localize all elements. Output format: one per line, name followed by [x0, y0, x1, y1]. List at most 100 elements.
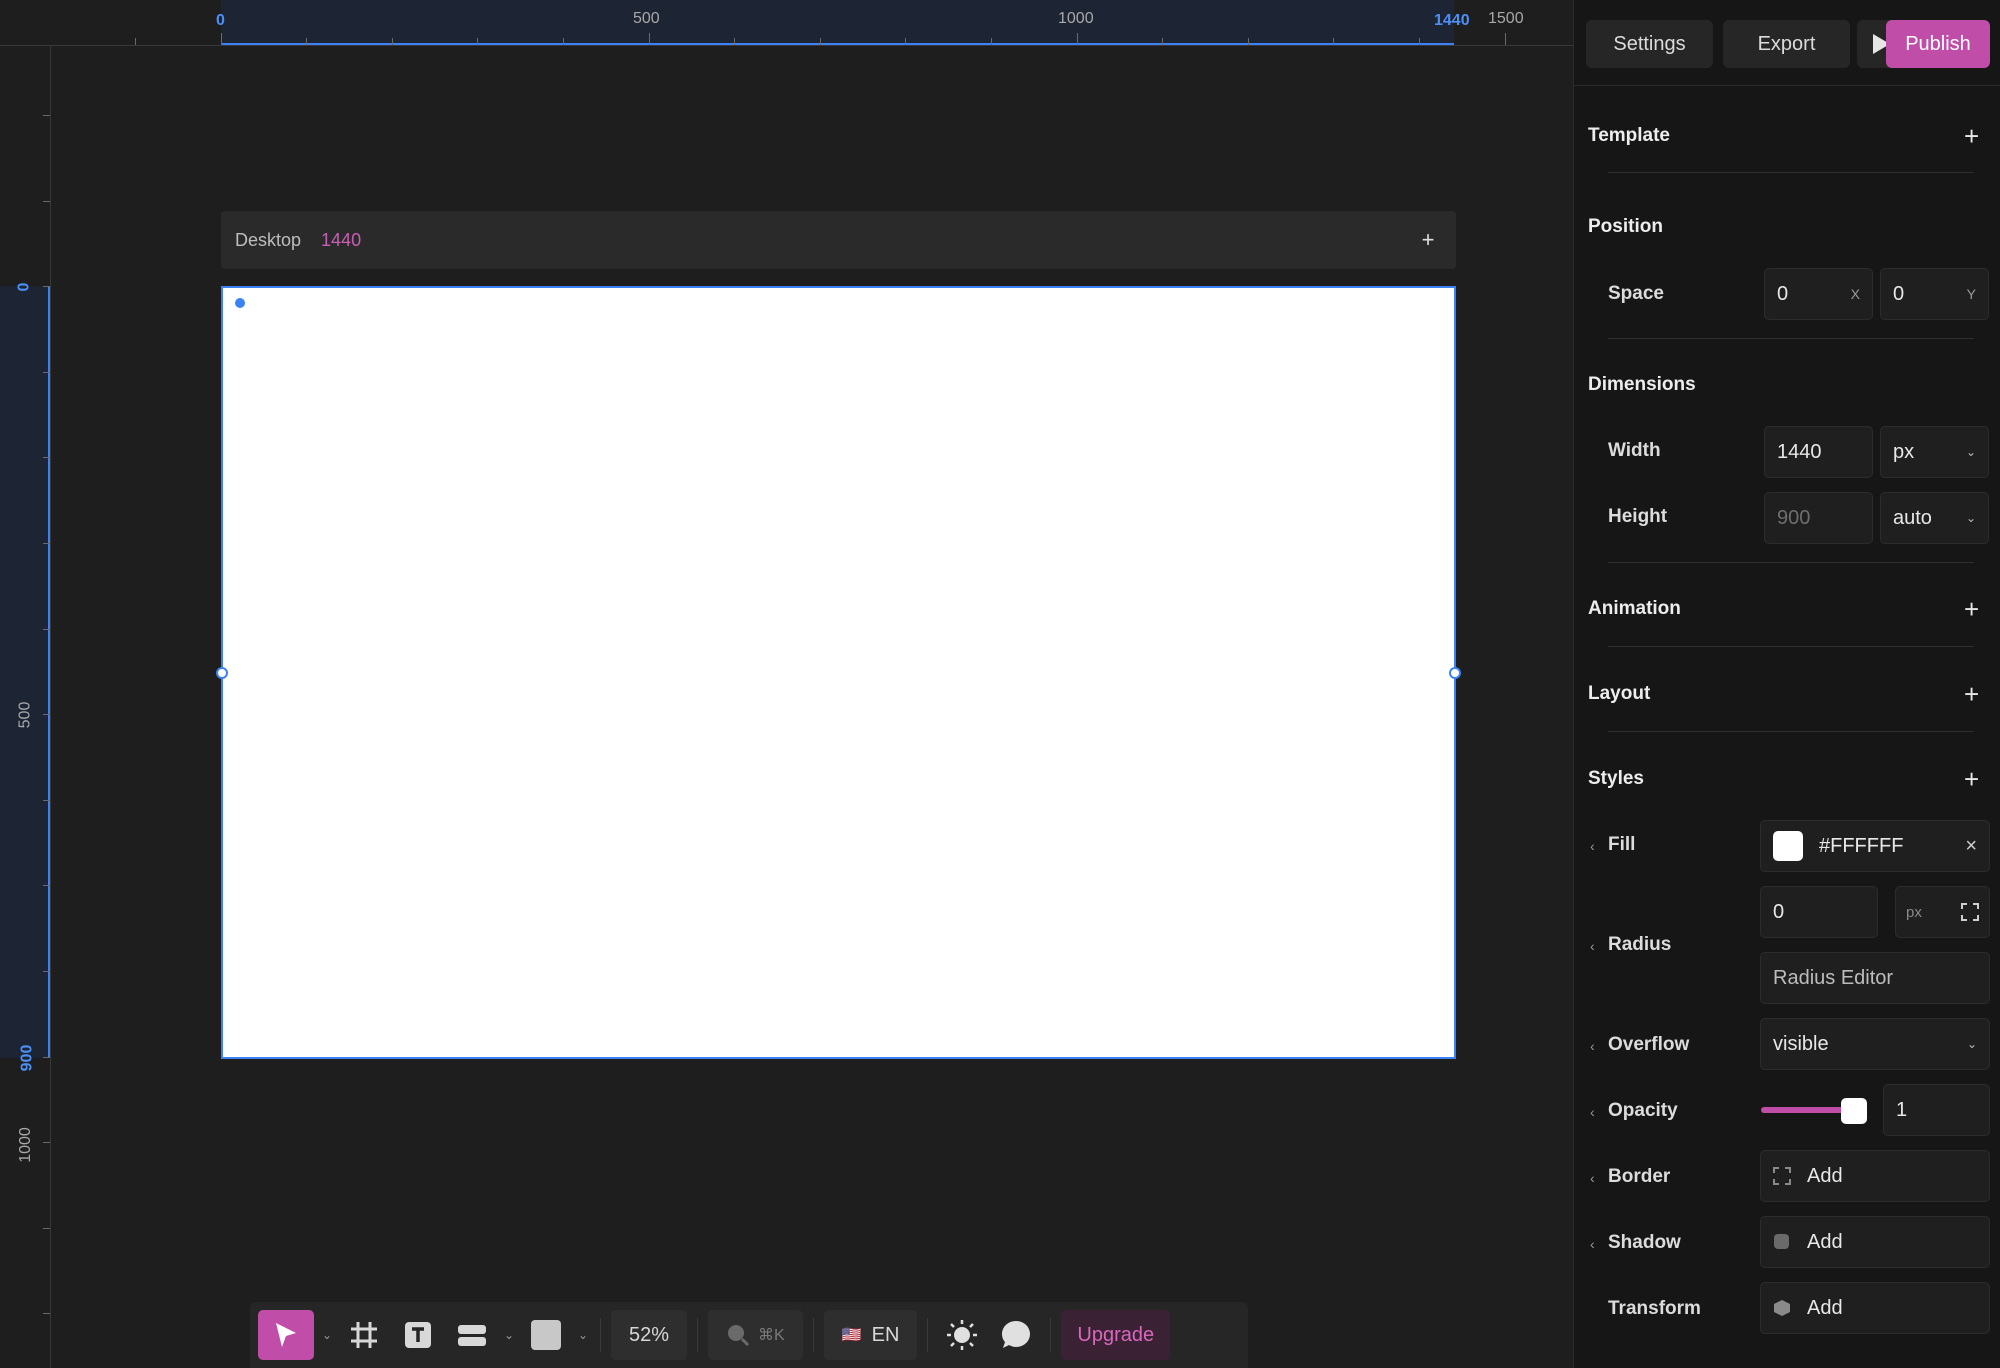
- frame-header[interactable]: Desktop 1440 +: [221, 211, 1456, 269]
- position-x-input[interactable]: 0 X: [1764, 268, 1873, 320]
- cube-icon: [1774, 1300, 1790, 1316]
- chevron-left-icon[interactable]: ‹: [1590, 1038, 1595, 1054]
- zoom-level-button[interactable]: 52%: [611, 1310, 688, 1360]
- comments-button[interactable]: [992, 1310, 1040, 1360]
- toolbar-divider: [1050, 1318, 1052, 1352]
- text-tool-button[interactable]: [394, 1310, 442, 1360]
- ruler-tick: [391, 38, 393, 45]
- ruler-label-v0: 0: [15, 282, 33, 292]
- toolbar-divider: [600, 1318, 601, 1352]
- add-shadow-button[interactable]: Add: [1760, 1216, 1990, 1268]
- toolbar-divider: [927, 1318, 929, 1352]
- height-input[interactable]: 900: [1764, 492, 1873, 544]
- ruler-tick: [135, 38, 136, 45]
- ruler-selection-highlight: [221, 0, 1454, 45]
- stack-icon: [458, 1325, 486, 1346]
- ruler-label-v900: 900: [18, 1044, 36, 1072]
- add-style-button[interactable]: +: [1964, 766, 1979, 792]
- settings-button[interactable]: Settings: [1586, 20, 1713, 68]
- resize-handle-right[interactable]: [1449, 667, 1461, 679]
- theme-toggle-button[interactable]: [938, 1310, 986, 1360]
- add-template-button[interactable]: +: [1964, 123, 1979, 149]
- frame-width-label: 1440: [321, 229, 362, 250]
- chevron-down-icon: ⌄: [1965, 511, 1976, 525]
- ruler-tick: [43, 200, 50, 202]
- chevron-down-icon[interactable]: ⌄: [320, 1310, 334, 1360]
- fill-color-swatch[interactable]: [1773, 831, 1803, 861]
- ruler-tick: [43, 115, 50, 116]
- transform-add-label: Add: [1807, 1296, 1843, 1319]
- frame-tool-button[interactable]: [340, 1310, 388, 1360]
- desktop-frame[interactable]: [216, 286, 1461, 1059]
- clear-fill-button[interactable]: ×: [1965, 835, 1977, 858]
- export-button[interactable]: Export: [1723, 20, 1850, 68]
- ruler-label-0: 0: [216, 12, 225, 29]
- frame-origin-dot: [235, 298, 245, 308]
- ruler-tick: [43, 1313, 50, 1315]
- add-animation-button[interactable]: +: [1964, 596, 1979, 622]
- dimensions-section-title: Dimensions: [1588, 374, 1696, 395]
- fill-input[interactable]: #FFFFFF ×: [1760, 820, 1990, 872]
- add-transform-button[interactable]: Add: [1760, 1282, 1990, 1334]
- text-icon: [405, 1322, 431, 1348]
- position-y-input[interactable]: 0 Y: [1880, 268, 1989, 320]
- section-divider: [1608, 731, 1974, 732]
- chevron-down-icon[interactable]: ⌄: [502, 1310, 516, 1360]
- overflow-select[interactable]: visible ⌄: [1760, 1018, 1990, 1070]
- ruler-tick: [1419, 38, 1420, 45]
- chevron-left-icon[interactable]: ‹: [1590, 938, 1595, 954]
- ruler-tick: [43, 1142, 50, 1144]
- template-section-title: Template: [1588, 125, 1671, 146]
- radius-editor-button[interactable]: Radius Editor: [1760, 952, 1990, 1004]
- language-button[interactable]: 🇺🇸 EN: [823, 1310, 918, 1360]
- ruler-label-500: 500: [633, 10, 660, 27]
- opacity-slider-handle[interactable]: [1841, 1098, 1867, 1124]
- ruler-tick: [905, 38, 907, 45]
- chevron-left-icon[interactable]: ‹: [1590, 1104, 1595, 1120]
- opacity-input[interactable]: 1: [1883, 1084, 1990, 1136]
- radius-input[interactable]: 0: [1760, 886, 1878, 938]
- ruler-label-1500: 1500: [1488, 10, 1524, 27]
- transform-label: Transform: [1608, 1298, 1701, 1319]
- ruler-tick: [43, 286, 50, 288]
- stack-tool-button[interactable]: [448, 1310, 496, 1360]
- add-border-button[interactable]: Add: [1760, 1150, 1990, 1202]
- chevron-left-icon[interactable]: ‹: [1590, 838, 1595, 854]
- fill-hex-value: #FFFFFF: [1819, 834, 1904, 857]
- resize-handle-left[interactable]: [216, 667, 228, 679]
- shape-tool-button[interactable]: [522, 1310, 570, 1360]
- rectangle-icon: [531, 1320, 561, 1350]
- space-label: Space: [1608, 283, 1664, 304]
- width-unit-select[interactable]: px ⌄: [1880, 426, 1989, 478]
- chat-bubble-icon: [1002, 1321, 1031, 1348]
- select-tool-button[interactable]: [258, 1310, 314, 1360]
- add-breakpoint-button[interactable]: +: [1414, 227, 1442, 253]
- ruler-tick: [43, 885, 50, 887]
- frame-name: Desktop: [235, 229, 302, 250]
- ruler-tick: [1333, 38, 1335, 45]
- publish-button[interactable]: Publish: [1886, 20, 1990, 68]
- chevron-down-icon[interactable]: ⌄: [576, 1310, 590, 1360]
- height-unit-select[interactable]: auto ⌄: [1880, 492, 1989, 544]
- properties-panel: Settings Export Publish Template + Posit…: [1573, 0, 2000, 1368]
- radius-label: Radius: [1608, 934, 1672, 955]
- cursor-icon: [276, 1323, 296, 1347]
- design-canvas[interactable]: 0 500 1000 1440 1500 0 500 900 1000 Desk…: [0, 0, 1573, 1368]
- chevron-left-icon[interactable]: ‹: [1590, 1236, 1595, 1252]
- shadow-add-label: Add: [1807, 1230, 1843, 1253]
- upgrade-button[interactable]: Upgrade: [1061, 1310, 1171, 1360]
- toolbar-divider: [812, 1318, 814, 1352]
- ruler-tick: [477, 38, 479, 45]
- panel-topbar: Settings Export Publish: [1574, 0, 2000, 86]
- add-layout-button[interactable]: +: [1964, 681, 1979, 707]
- search-button[interactable]: ⌘K: [708, 1310, 803, 1360]
- animation-section-title: Animation: [1588, 598, 1681, 619]
- height-label: Height: [1608, 506, 1668, 527]
- ruler-label-v1000: 1000: [16, 1127, 34, 1163]
- expand-corners-icon[interactable]: [1961, 903, 1979, 921]
- toolbar-divider: [697, 1318, 699, 1352]
- chevron-left-icon[interactable]: ‹: [1590, 1170, 1595, 1186]
- ruler-tick: [220, 33, 222, 45]
- ruler-tick: [648, 33, 650, 45]
- width-input[interactable]: 1440: [1764, 426, 1873, 478]
